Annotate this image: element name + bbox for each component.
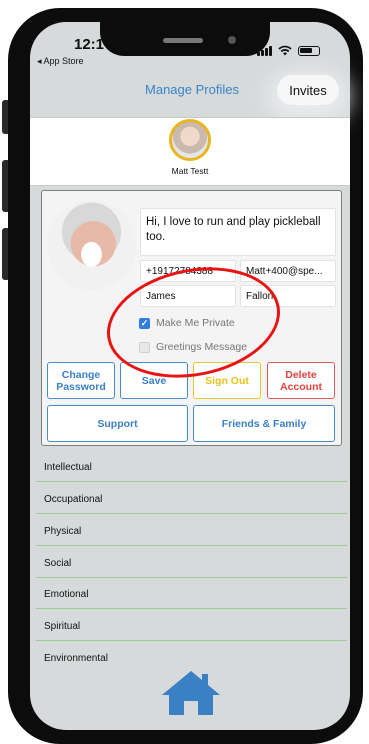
signal-icon	[257, 45, 272, 56]
first-name-field[interactable]: James	[140, 285, 236, 307]
notch	[100, 8, 270, 56]
support-button[interactable]: Support	[47, 405, 188, 442]
wifi-icon	[278, 45, 292, 56]
category-occupational[interactable]: Occupational	[36, 488, 347, 514]
category-social[interactable]: Social	[36, 552, 347, 578]
make-private-row[interactable]: Make Me Private	[139, 317, 235, 329]
category-physical[interactable]: Physical	[36, 520, 347, 546]
category-spiritual[interactable]: Spiritual	[36, 615, 347, 641]
last-name-field[interactable]: Fallon	[240, 285, 336, 307]
bio-textarea[interactable]: Hi, I love to run and play pickleball to…	[140, 208, 336, 256]
delete-account-button[interactable]: Delete Account	[267, 362, 335, 399]
front-camera	[228, 36, 236, 44]
profile-avatar-small[interactable]	[169, 119, 211, 161]
home-icon[interactable]	[160, 669, 222, 717]
category-emotional[interactable]: Emotional	[36, 583, 347, 609]
email-field[interactable]: Matt+400@spe...	[240, 260, 336, 282]
page-title: Manage Profiles	[145, 82, 239, 97]
invites-button[interactable]: Invites	[277, 75, 339, 105]
friends-family-button[interactable]: Friends & Family	[193, 405, 335, 442]
speaker-grille	[163, 38, 203, 43]
sign-out-button[interactable]: Sign Out	[193, 362, 261, 399]
save-button[interactable]: Save	[120, 362, 188, 399]
profile-photo[interactable]	[47, 201, 136, 290]
change-password-button[interactable]: Change Password	[47, 362, 115, 399]
status-time: 12:1	[74, 36, 105, 53]
phone-field[interactable]: +19172784388	[140, 260, 236, 282]
make-private-checkbox[interactable]	[139, 317, 150, 329]
back-to-app-store[interactable]: ◂ App Store	[37, 56, 84, 67]
greetings-message-label: Greetings Message	[156, 341, 248, 353]
profile-strip-name: Matt Testt	[171, 166, 209, 176]
greetings-message-row[interactable]: Greetings Message	[139, 341, 247, 353]
greetings-message-checkbox[interactable]	[139, 341, 150, 353]
make-private-label: Make Me Private	[156, 317, 235, 329]
battery-icon	[298, 45, 320, 56]
status-icons	[257, 45, 320, 56]
category-intellectual[interactable]: Intellectual	[36, 456, 347, 482]
